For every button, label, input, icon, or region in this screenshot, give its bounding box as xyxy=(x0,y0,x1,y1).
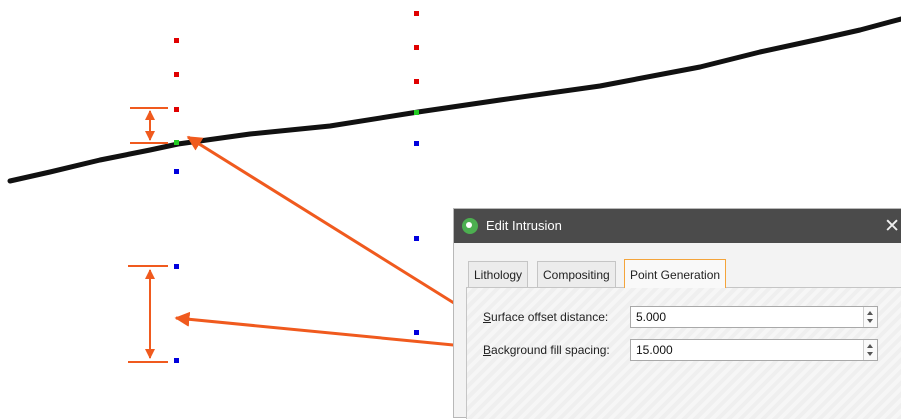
offset-point-above xyxy=(414,79,419,84)
fill-point-below xyxy=(414,236,419,241)
surface-offset-mnemonic: S xyxy=(483,310,492,324)
surface-offset-label-text: urface offset distance: xyxy=(491,310,609,324)
tab-compositing[interactable]: Compositing xyxy=(537,261,616,287)
dialog-titlebar[interactable]: Edit Intrusion ✕ xyxy=(454,209,901,243)
background-fill-input[interactable] xyxy=(631,340,864,360)
surface-offset-input[interactable] xyxy=(631,307,864,327)
surface-offset-spinbox[interactable] xyxy=(630,306,878,328)
close-icon[interactable]: ✕ xyxy=(884,215,900,238)
offset-point-above xyxy=(174,72,179,77)
spin-up-icon[interactable] xyxy=(867,311,873,315)
offset-point-below xyxy=(174,169,179,174)
spin-up-icon[interactable] xyxy=(867,344,873,348)
fill-point-below xyxy=(414,330,419,335)
offset-point-above xyxy=(414,11,419,16)
background-fill-label-text: ackground fill spacing: xyxy=(491,343,610,357)
surface-offset-label: Surface offset distance: xyxy=(483,310,608,324)
edit-intrusion-dialog: Edit Intrusion ✕ Lithology Compositing P… xyxy=(453,208,901,419)
callout-arrow-background-fill xyxy=(174,311,475,349)
background-fill-spinbox[interactable] xyxy=(630,339,878,361)
offset-point-above xyxy=(174,107,179,112)
offset-point-above xyxy=(414,45,419,50)
surface-offset-stepper[interactable] xyxy=(863,307,877,327)
background-fill-label: Background fill spacing: xyxy=(483,343,610,357)
tab-lithology[interactable]: Lithology xyxy=(468,261,529,287)
surface-offset-dimension xyxy=(130,107,168,144)
surface-line xyxy=(7,16,901,184)
dialog-title: Edit Intrusion xyxy=(486,218,562,233)
background-fill-mnemonic: B xyxy=(483,343,492,357)
surface-point xyxy=(414,110,419,115)
offset-point-below xyxy=(414,141,419,146)
spin-down-icon[interactable] xyxy=(867,319,873,323)
tab-point-generation[interactable]: Point Generation xyxy=(624,259,727,288)
offset-point-above xyxy=(174,38,179,43)
callout-arrow-surface-offset xyxy=(186,135,479,320)
fill-point-below xyxy=(174,358,179,363)
fill-point-below xyxy=(174,264,179,269)
intrusion-icon xyxy=(462,218,478,234)
spin-down-icon[interactable] xyxy=(867,352,873,356)
background-fill-stepper[interactable] xyxy=(863,340,877,360)
surface-point xyxy=(174,140,179,145)
background-fill-dimension xyxy=(128,265,168,363)
